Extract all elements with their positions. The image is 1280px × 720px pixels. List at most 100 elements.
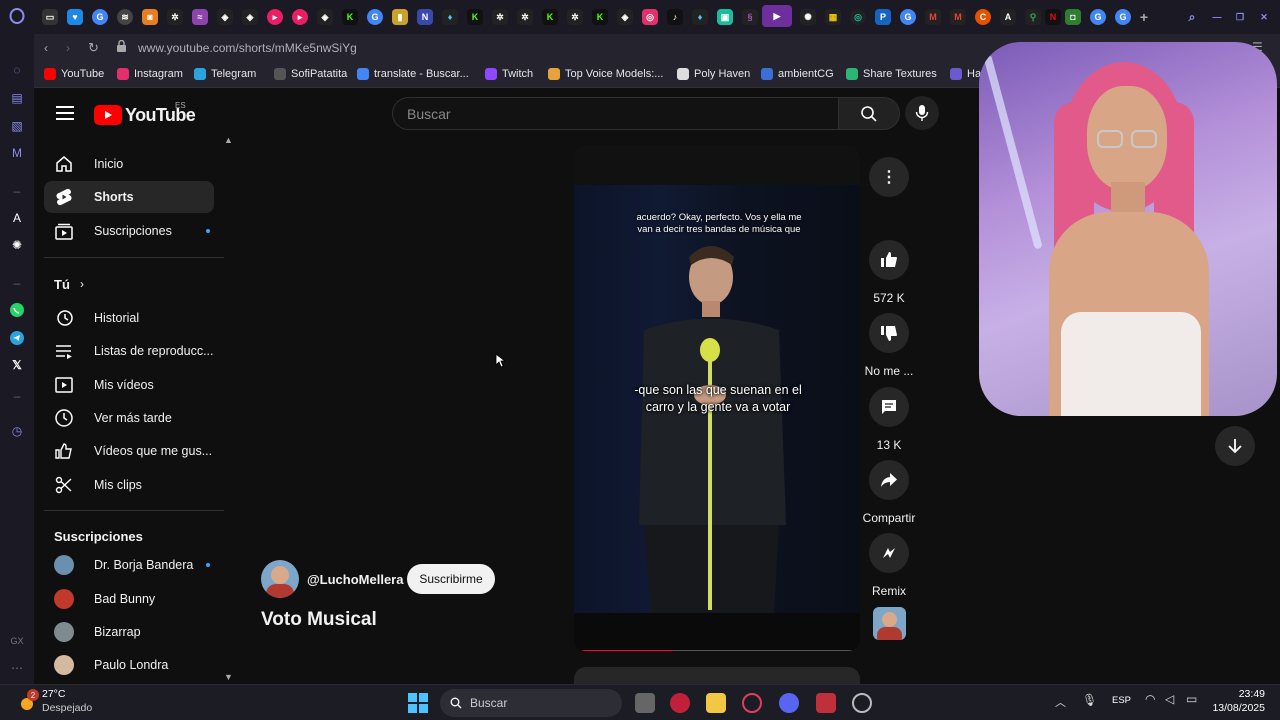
comments-button[interactable] [869,387,909,427]
x-twitter-icon[interactable]: 𝕏 [9,357,25,373]
taskbar-search[interactable]: Buscar [440,689,622,717]
windows-start-icon[interactable] [408,693,428,713]
bookmark-item[interactable]: SofiPatatita [274,68,347,80]
tab-icon[interactable]: ◙ [142,9,158,25]
sidebar-item-shorts[interactable]: Shorts [44,181,214,213]
maximize-icon[interactable]: ❐ [1232,9,1248,25]
channel-avatar[interactable] [261,560,299,598]
minimize-icon[interactable]: — [1209,9,1225,25]
file-explorer-icon[interactable] [706,693,726,713]
next-short-button[interactable] [1215,426,1255,466]
like-button[interactable] [869,240,909,280]
discord-icon[interactable] [779,693,799,713]
sidebar-item-playlists[interactable]: Listas de reproducc... [44,335,214,367]
hamburger-menu-icon[interactable] [56,106,74,120]
bookmark-item[interactable]: translate - Buscar... [357,68,469,80]
pinboard-icon[interactable]: ▧ [9,118,25,134]
tab-kick-icon[interactable]: K [592,9,608,25]
tab-icon[interactable]: ✲ [167,9,183,25]
weather-widget[interactable]: 2 [16,689,39,713]
app-red-icon[interactable] [816,693,836,713]
opera-gx-icon[interactable] [742,693,762,713]
tab-google-icon[interactable]: G [1090,9,1106,25]
tab-maps-icon[interactable]: ⚲ [1025,9,1041,25]
tab-icon[interactable]: ▦ [825,9,841,25]
share-button[interactable] [869,460,909,500]
scroll-up-icon[interactable]: ▲ [224,135,233,145]
tab-google-icon[interactable]: G [367,9,383,25]
sidebar-item-mis-clips[interactable]: Mis clips [44,469,214,501]
tab-search-icon[interactable]: ⌕ [1184,9,1200,25]
sidebar-item-mis-videos[interactable]: Mis vídeos [44,369,214,401]
tab-gmail-icon[interactable]: M [950,9,966,25]
tab-icon[interactable]: ▸ [292,9,308,25]
crypto-wallet-icon[interactable]: ▤ [9,90,25,106]
more-icon[interactable]: ⋯ [9,660,25,676]
clock-date[interactable]: 13/08/2025 [1200,702,1265,714]
tab-icon[interactable]: ◈ [217,9,233,25]
bookmark-item[interactable]: Share Textures [846,68,937,80]
whatsapp-icon[interactable] [9,302,25,318]
bookmark-item[interactable]: Telegram [194,68,256,80]
search-input[interactable]: Buscar [392,97,838,130]
sidebar-item-historial[interactable]: Historial [44,302,214,334]
aria-icon[interactable]: ◌ [9,62,25,78]
bookmark-item[interactable]: YouTube [44,68,104,80]
tab-icon[interactable]: ◘ [1065,9,1081,25]
subscription-item[interactable]: Bad Bunny [44,583,214,615]
tab-icon[interactable]: ♥ [67,9,83,25]
search-button[interactable] [838,97,900,130]
tab-paypal-icon[interactable]: P [875,9,891,25]
tab-icon[interactable]: ♦ [442,9,458,25]
short-video-player[interactable]: acuerdo? Okay, perfecto. Vos y ella me v… [574,145,860,651]
tab-icon[interactable]: ▮ [392,9,408,25]
tab-icon[interactable]: N [417,9,433,25]
wifi-icon[interactable]: ◠ [1145,692,1155,706]
tab-icon[interactable]: ✲ [517,9,533,25]
youtube-logo-icon[interactable] [94,105,122,125]
sidebar-item-suscripciones[interactable]: Suscripciones [44,215,214,247]
tab-google-icon[interactable]: G [900,9,916,25]
tab-icon[interactable]: ◈ [617,9,633,25]
tab-translate-icon[interactable]: A [1000,9,1016,25]
voice-search-button[interactable] [905,96,939,130]
tab-icon[interactable]: ♦ [692,9,708,25]
bookmark-item[interactable]: Instagram [117,68,183,80]
tab-icon[interactable]: ✲ [567,9,583,25]
sidebar-section-tu[interactable]: Tú › [44,268,214,300]
scroll-down-icon[interactable]: ▼ [224,672,233,682]
bookmark-item[interactable]: Top Voice Models:... [548,68,663,80]
tab-openai-icon[interactable]: ✺ [800,9,816,25]
audio-thumbnail[interactable] [873,607,906,640]
tab-icon[interactable]: ≈ [192,9,208,25]
chatgpt-icon[interactable]: ✺ [9,237,25,253]
app-a-icon[interactable]: A [9,210,25,226]
tab-kick-icon[interactable]: K [542,9,558,25]
opera-taskbar-icon[interactable] [670,693,690,713]
chevron-up-icon[interactable]: ︿ [1055,694,1066,710]
tab-icon[interactable]: ≋ [117,9,133,25]
subscription-item[interactable]: Dr. Borja Bandera [44,549,214,581]
subscription-item[interactable]: Paulo Londra [44,649,214,681]
history-clock-icon[interactable]: ◷ [9,423,25,439]
tab-kick-icon[interactable]: K [467,9,483,25]
tab-icon[interactable]: ✲ [492,9,508,25]
short-title[interactable]: Voto Musical [261,609,377,631]
task-view-icon[interactable] [635,693,655,713]
tab-gmail-icon[interactable]: M [925,9,941,25]
tab-google-icon[interactable]: G [1115,9,1131,25]
url-field[interactable]: www.youtube.com/shorts/mMKe5nwSiYg [138,41,357,55]
next-short-preview[interactable] [574,667,860,684]
chatgpt-taskbar-icon[interactable] [852,693,872,713]
messenger-icon[interactable]: M [9,145,25,161]
forward-icon[interactable]: › [66,41,70,55]
language-indicator[interactable]: ESP [1112,695,1131,706]
telegram-icon[interactable] [9,330,25,346]
opera-logo-icon[interactable] [9,8,25,24]
reload-icon[interactable]: ↻ [88,40,99,56]
bookmark-item[interactable]: Poly Haven [677,68,750,80]
tab-icon[interactable]: C [975,9,991,25]
bookmark-item[interactable]: Twitch [485,68,533,80]
tab-icon[interactable]: § [742,9,758,25]
tab-kick-icon[interactable]: K [342,9,358,25]
